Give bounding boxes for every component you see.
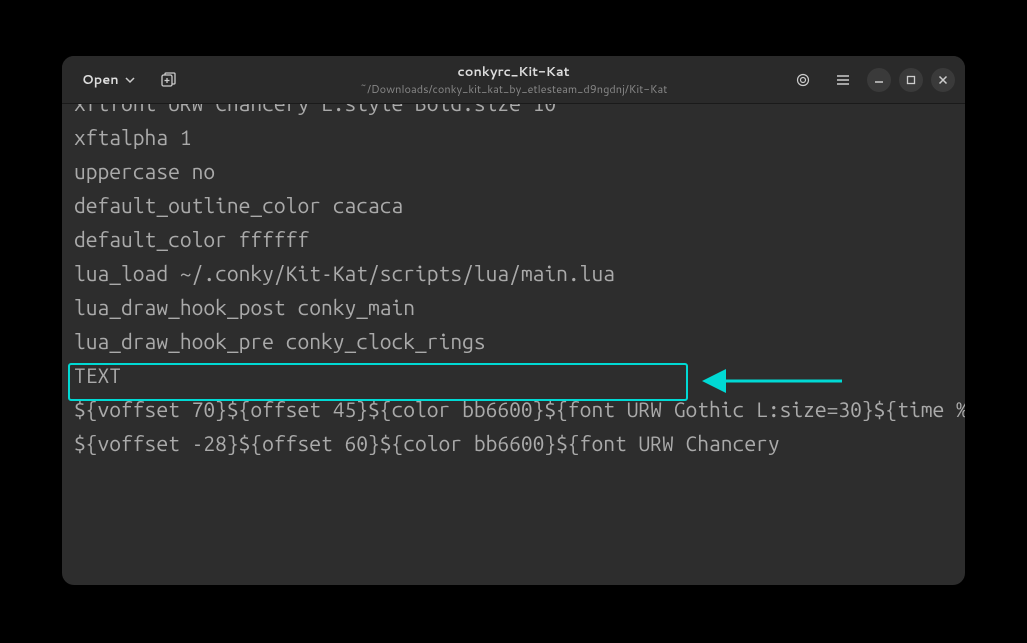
code-line: lua_load ~/.conky/Kit-Kat/scripts/lua/ma… bbox=[74, 256, 953, 290]
chevron-down-icon bbox=[125, 75, 135, 85]
right-controls bbox=[787, 64, 955, 96]
code-line: uppercase no bbox=[74, 154, 953, 188]
hamburger-menu-button[interactable] bbox=[827, 64, 859, 96]
open-button[interactable]: Open bbox=[72, 65, 145, 95]
new-tab-icon bbox=[161, 72, 177, 88]
open-label: Open bbox=[82, 71, 119, 89]
minimize-icon bbox=[874, 75, 884, 85]
code-line: ${voffset -28}${offset 60}${color bb6600… bbox=[74, 426, 953, 460]
maximize-button[interactable] bbox=[899, 68, 923, 92]
editor-window: Open conkyrc_Kit-Kat ~/Downloads/conky_k… bbox=[62, 56, 965, 585]
window-title: conkyrc_Kit-Kat bbox=[457, 63, 569, 81]
code-line: lua_draw_hook_post conky_main bbox=[74, 290, 953, 324]
code-line: xftalpha 1 bbox=[74, 120, 953, 154]
code-line: default_outline_color cacaca bbox=[74, 188, 953, 222]
code-line: xftfont URW Chancery L:style Bold:size 1… bbox=[74, 104, 953, 120]
code-line: default_color ffffff bbox=[74, 222, 953, 256]
title-section: conkyrc_Kit-Kat ~/Downloads/conky_kit_ka… bbox=[360, 63, 668, 97]
titlebar: Open conkyrc_Kit-Kat ~/Downloads/conky_k… bbox=[62, 56, 965, 104]
settings-button[interactable] bbox=[787, 64, 819, 96]
gear-icon bbox=[795, 72, 811, 88]
text-editor-area[interactable]: xftfont URW Chancery L:style Bold:size 1… bbox=[62, 104, 965, 585]
window-subtitle: ~/Downloads/conky_kit_kat_by_etlesteam_d… bbox=[360, 81, 668, 97]
hamburger-icon bbox=[835, 72, 851, 88]
maximize-icon bbox=[906, 75, 916, 85]
code-line: lua_draw_hook_pre conky_clock_rings bbox=[74, 324, 953, 358]
new-tab-button[interactable] bbox=[153, 64, 185, 96]
minimize-button[interactable] bbox=[867, 68, 891, 92]
code-line: ${voffset 70}${offset 45}${color bb6600}… bbox=[74, 392, 953, 426]
close-button[interactable] bbox=[931, 68, 955, 92]
close-icon bbox=[938, 75, 948, 85]
code-line: TEXT bbox=[74, 358, 953, 392]
